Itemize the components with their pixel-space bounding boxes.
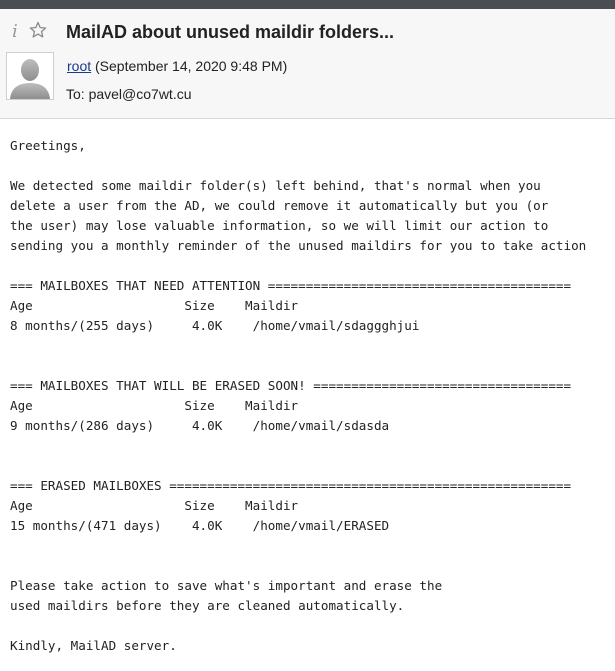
window-top-bar (0, 0, 615, 9)
body-line (10, 536, 586, 556)
body-line (10, 456, 586, 476)
mailbox-row: 8 months/(255 days) 4.0K /home/vmail/sda… (10, 318, 420, 333)
body-line: the user) may lose valuable information,… (10, 218, 549, 233)
column-header-row: Age Size Maildir (10, 298, 299, 313)
body-line (10, 616, 586, 636)
body-line: sending you a monthly reminder of the un… (10, 238, 587, 253)
body-line (10, 156, 586, 176)
message-body: Greetings, We detected some maildir fold… (10, 136, 586, 656)
column-header-row: Age Size Maildir (10, 498, 299, 513)
recipient-line: To: pavel@co7wt.cu (66, 86, 192, 102)
message-header: i MailAD about unused maildir folders...… (0, 9, 615, 119)
message-subject: MailAD about unused maildir folders... (66, 22, 395, 42)
mailbox-row: 9 months/(286 days) 4.0K /home/vmail/sda… (10, 418, 390, 433)
body-line (10, 356, 586, 376)
signature-line: Kindly, MailAD server. (10, 638, 177, 653)
info-icon[interactable]: i (12, 23, 18, 41)
sender-line: root (September 14, 2020 9:48 PM) (67, 57, 287, 75)
mailbox-row: 15 months/(471 days) 4.0K /home/vmail/ER… (10, 518, 390, 533)
column-header-row: Age Size Maildir (10, 398, 299, 413)
section-heading-attention: === MAILBOXES THAT NEED ATTENTION ======… (10, 278, 572, 293)
section-heading-erased: === ERASED MAILBOXES ===================… (10, 478, 572, 493)
sender-link[interactable]: root (67, 58, 91, 74)
body-line: delete a user from the AD, we could remo… (10, 198, 549, 213)
body-line (10, 256, 586, 276)
star-icon[interactable] (29, 21, 47, 39)
avatar (6, 52, 54, 100)
body-line: Greetings, (10, 138, 86, 153)
body-line: used maildirs before they are cleaned au… (10, 598, 405, 613)
body-line: We detected some maildir folder(s) left … (10, 178, 541, 193)
sent-datetime: (September 14, 2020 9:48 PM) (95, 58, 288, 74)
body-line (10, 436, 586, 456)
body-line: Please take action to save what's import… (10, 578, 443, 593)
section-heading-erased-soon: === MAILBOXES THAT WILL BE ERASED SOON! … (10, 378, 572, 393)
body-line (10, 336, 586, 356)
body-line (10, 556, 586, 576)
